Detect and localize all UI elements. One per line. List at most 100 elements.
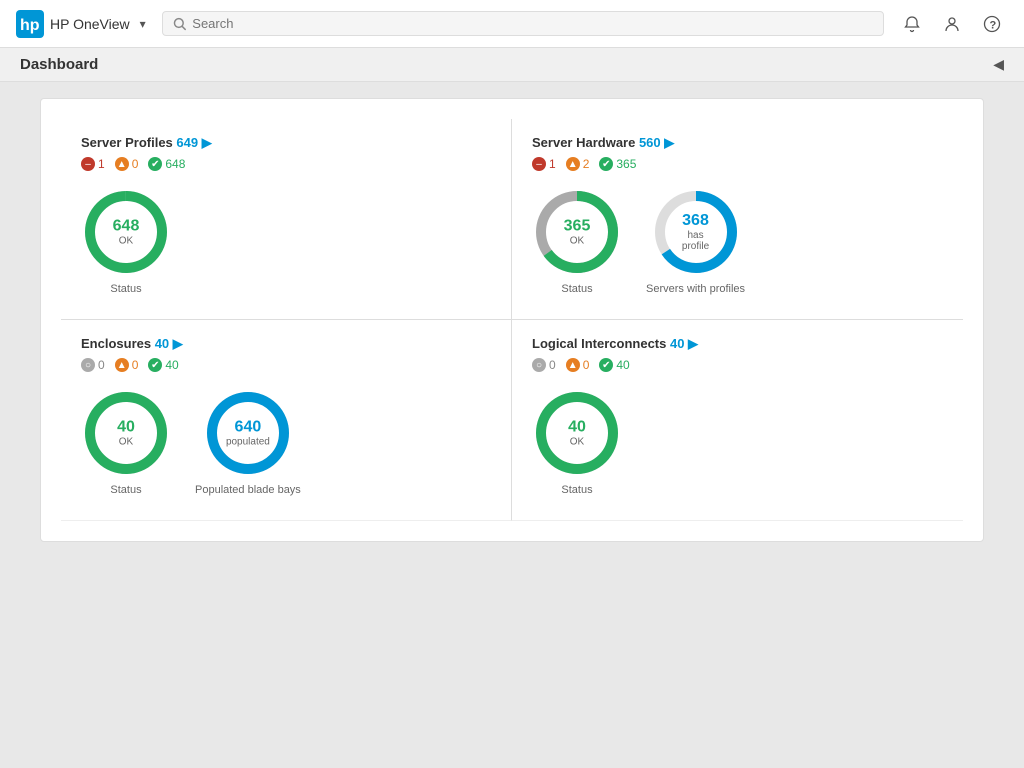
- topnav-icons: ?: [896, 8, 1008, 40]
- badges-server-hardware: –1 ▲2 ✔365: [532, 157, 943, 171]
- hp-logo-icon: hp: [16, 10, 44, 38]
- badge-icon-warning: ▲: [115, 358, 129, 372]
- svg-text:?: ?: [990, 19, 997, 31]
- chart-label-enc-bays: Populated blade bays: [195, 484, 301, 496]
- badge-icon-error: –: [532, 157, 546, 171]
- donut-number-li-status: 40: [568, 419, 586, 437]
- donut-center-li-status: 40 OK: [568, 419, 586, 448]
- badge-icon-warning: ▲: [566, 358, 580, 372]
- panel-link-logical-interconnects[interactable]: 40 ▶: [670, 336, 698, 351]
- badge-unknown-enclosures: ○0: [81, 358, 105, 372]
- badge-error-server-hardware: –1: [532, 157, 556, 171]
- notifications-button[interactable]: [896, 8, 928, 40]
- badge-count-error: 1: [98, 157, 105, 171]
- badge-icon-unknown: ○: [81, 358, 95, 372]
- badge-ok-server-profiles: ✔648: [148, 157, 185, 171]
- donut-container-sh-profiles: 368 has profile: [651, 187, 741, 277]
- charts-server-profiles: 648 OK Status: [81, 187, 491, 295]
- panel-title-server-hardware: Server Hardware 560 ▶: [532, 135, 943, 151]
- panel-enclosures: Enclosures 40 ▶○0▲0✔40 40 OK Status 640 …: [61, 320, 512, 521]
- badge-warning-server-hardware: ▲2: [566, 157, 590, 171]
- badge-icon-ok: ✔: [599, 157, 613, 171]
- help-icon: ?: [983, 15, 1001, 33]
- donut-number-sh-profiles: 368: [673, 212, 718, 230]
- donut-container-sh-status: 365 OK: [532, 187, 622, 277]
- badge-icon-warning: ▲: [566, 157, 580, 171]
- collapse-dashboard-button[interactable]: ◀: [993, 56, 1004, 73]
- badge-icon-error: –: [81, 157, 95, 171]
- chart-label-enc-status: Status: [110, 484, 141, 496]
- charts-server-hardware: 365 OK Status 368 has profile Servers wi…: [532, 187, 943, 295]
- badge-warning-enclosures: ▲0: [115, 358, 139, 372]
- badge-count-unknown: 0: [549, 358, 556, 372]
- donut-sub-sh-status: OK: [564, 235, 591, 246]
- donut-center-enc-bays: 640 populated: [226, 419, 270, 448]
- badge-icon-ok: ✔: [599, 358, 613, 372]
- donut-sub-sp-status: OK: [113, 235, 140, 246]
- badge-icon-ok: ✔: [148, 358, 162, 372]
- chart-enc-bays: 640 populated Populated blade bays: [195, 388, 301, 496]
- donut-number-sp-status: 648: [113, 218, 140, 236]
- badge-icon-unknown: ○: [532, 358, 546, 372]
- donut-container-sp-status: 648 OK: [81, 187, 171, 277]
- chart-label-li-status: Status: [561, 484, 592, 496]
- donut-center-enc-status: 40 OK: [117, 419, 135, 448]
- donut-sub-sh-profiles: has profile: [673, 230, 718, 252]
- badge-count-warning: 0: [583, 358, 590, 372]
- badge-icon-warning: ▲: [115, 157, 129, 171]
- svg-text:hp: hp: [20, 17, 40, 34]
- panel-link-server-hardware[interactable]: 560 ▶: [639, 135, 674, 150]
- charts-logical-interconnects: 40 OK Status: [532, 388, 943, 496]
- badge-ok-logical-interconnects: ✔40: [599, 358, 629, 372]
- donut-sub-li-status: OK: [568, 436, 586, 447]
- search-icon: [173, 17, 187, 31]
- badges-server-profiles: –1 ▲0 ✔648: [81, 157, 491, 171]
- app-name-label: HP OneView: [50, 16, 130, 32]
- donut-center-sh-status: 365 OK: [564, 218, 591, 247]
- badge-error-server-profiles: –1: [81, 157, 105, 171]
- panel-title-server-profiles: Server Profiles 649 ▶: [81, 135, 491, 151]
- donut-number-enc-bays: 640: [226, 419, 270, 437]
- badge-ok-server-hardware: ✔365: [599, 157, 636, 171]
- panel-server-profiles: Server Profiles 649 ▶–1▲0✔648 648 OK Sta…: [61, 119, 512, 320]
- chart-label-sp-status: Status: [110, 283, 141, 295]
- badges-enclosures: ○0▲0✔40: [81, 358, 491, 372]
- badge-count-unknown: 0: [98, 358, 105, 372]
- panel-title-enclosures: Enclosures 40 ▶: [81, 336, 491, 352]
- donut-center-sh-profiles: 368 has profile: [673, 212, 718, 252]
- chart-label-sh-profiles: Servers with profiles: [646, 283, 745, 295]
- help-button[interactable]: ?: [976, 8, 1008, 40]
- app-dropdown-button[interactable]: ▾: [136, 15, 150, 33]
- badge-icon-ok: ✔: [148, 157, 162, 171]
- panel-link-server-profiles[interactable]: 649 ▶: [176, 135, 211, 150]
- search-input[interactable]: [192, 16, 873, 31]
- chart-sh-status: 365 OK Status: [532, 187, 622, 295]
- badges-logical-interconnects: ○0▲0✔40: [532, 358, 943, 372]
- badge-count-ok: 365: [616, 157, 636, 171]
- donut-sub-enc-status: OK: [117, 436, 135, 447]
- panel-server-hardware: Server Hardware 560 ▶–1▲2✔365 365 OK Sta…: [512, 119, 963, 320]
- badge-count-ok: 648: [165, 157, 185, 171]
- badge-count-ok: 40: [616, 358, 629, 372]
- user-button[interactable]: [936, 8, 968, 40]
- badge-warning-logical-interconnects: ▲0: [566, 358, 590, 372]
- panel-link-enclosures[interactable]: 40 ▶: [155, 336, 183, 351]
- topnav: hp HP OneView ▾ ?: [0, 0, 1024, 48]
- app-logo-area: hp HP OneView ▾: [16, 10, 150, 38]
- charts-enclosures: 40 OK Status 640 populated Populated bla…: [81, 388, 491, 496]
- bell-icon: [903, 15, 921, 33]
- badge-count-error: 1: [549, 157, 556, 171]
- badge-count-ok: 40: [165, 358, 178, 372]
- dashboard-header: Dashboard ◀: [0, 48, 1024, 82]
- donut-number-sh-status: 365: [564, 218, 591, 236]
- donut-center-sp-status: 648 OK: [113, 218, 140, 247]
- chart-sp-status: 648 OK Status: [81, 187, 171, 295]
- badge-warning-server-profiles: ▲0: [115, 157, 139, 171]
- panel-title-logical-interconnects: Logical Interconnects 40 ▶: [532, 336, 943, 352]
- chart-label-sh-status: Status: [561, 283, 592, 295]
- panel-logical-interconnects: Logical Interconnects 40 ▶○0▲0✔40 40 OK …: [512, 320, 963, 521]
- badge-count-warning: 0: [132, 358, 139, 372]
- donut-container-enc-status: 40 OK: [81, 388, 171, 478]
- donut-number-enc-status: 40: [117, 419, 135, 437]
- chart-li-status: 40 OK Status: [532, 388, 622, 496]
